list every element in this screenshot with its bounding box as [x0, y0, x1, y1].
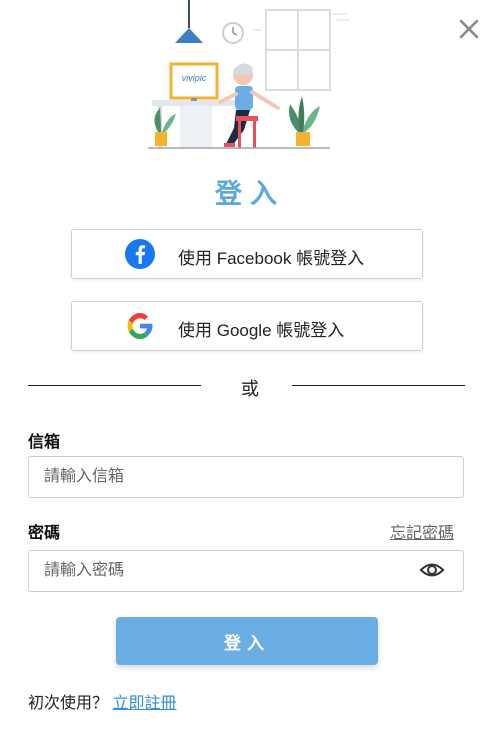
facebook-login-label: 使用 Facebook 帳號登入	[178, 249, 365, 268]
email-field[interactable]	[28, 456, 464, 498]
facebook-icon	[125, 239, 155, 269]
close-icon	[459, 19, 479, 39]
forgot-password-link[interactable]: 忘記密碼	[390, 519, 454, 543]
login-button[interactable]: 登入	[116, 617, 378, 665]
email-label: 信箱	[28, 434, 61, 451]
register-link[interactable]: 立即註冊	[112, 695, 176, 712]
page-title: 登入	[215, 179, 285, 209]
divider-text: 或	[241, 379, 259, 399]
password-field[interactable]	[28, 550, 464, 592]
close-button[interactable]	[456, 16, 482, 42]
google-login-button[interactable]: 使用 Google 帳號登入	[71, 301, 423, 351]
divider-line-right	[292, 385, 465, 386]
facebook-login-button[interactable]: 使用 Facebook 帳號登入	[71, 229, 423, 279]
google-icon	[127, 313, 153, 339]
google-login-label: 使用 Google 帳號登入	[178, 321, 345, 340]
login-illustration: vivipic	[148, 0, 350, 149]
eye-icon[interactable]	[419, 560, 445, 580]
register-prompt: 初次使用？ 立即註冊	[28, 689, 176, 713]
register-prompt-text: 初次使用？	[28, 695, 109, 712]
svg-text:vivipic: vivipic	[182, 73, 207, 83]
password-label: 密碼	[28, 525, 61, 542]
